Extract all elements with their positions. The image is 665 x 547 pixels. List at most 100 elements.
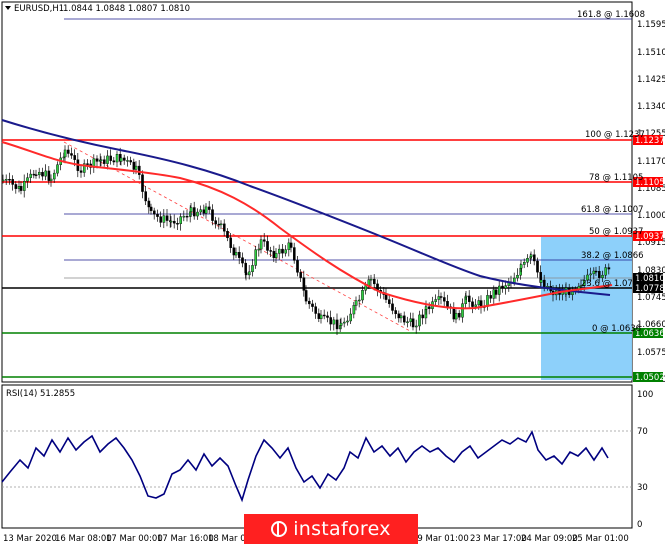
candle-body [317, 313, 321, 319]
candle-body [437, 296, 441, 300]
candle-body [443, 297, 446, 302]
candle-body [32, 173, 36, 176]
candle-body [226, 231, 229, 239]
candle-body [388, 299, 391, 305]
candle-body [601, 274, 604, 278]
svg-text:78 @ 1.1105: 78 @ 1.1105 [589, 173, 643, 183]
candle-body [391, 303, 394, 311]
candle-body [70, 153, 73, 156]
candle-body [11, 179, 15, 185]
candle-body [263, 239, 266, 242]
candle-body [411, 318, 415, 328]
price-chart[interactable]: 1.1595 1.1510 1.1425 1.1340 1.1255 1.117… [0, 0, 665, 547]
candle-body [237, 252, 241, 258]
candle-body [594, 270, 598, 273]
candle-body [335, 319, 339, 330]
candle-body [73, 155, 76, 160]
candle-body [464, 295, 468, 298]
svg-text:70: 70 [637, 427, 648, 437]
candle-body [182, 215, 186, 218]
candle-body [199, 209, 203, 213]
svg-text:1.0844 1.0848 1.0807 1.0810: 1.0844 1.0848 1.0807 1.0810 [63, 4, 190, 14]
candle-body [106, 155, 109, 164]
candle-body [415, 325, 418, 328]
candle-body [229, 237, 233, 248]
svg-text:50 @ 1.0937: 50 @ 1.0937 [589, 227, 643, 237]
candle-body [79, 170, 83, 173]
candle-body [373, 278, 376, 285]
candle-body [604, 267, 607, 276]
svg-text:1.1510: 1.1510 [637, 48, 665, 58]
candle-body [607, 267, 611, 270]
candle-body [241, 257, 244, 264]
candle-body [311, 303, 314, 307]
candle-body [112, 160, 116, 163]
candle-body [492, 289, 496, 299]
svg-text:25 Mar 01:00: 25 Mar 01:00 [572, 534, 629, 544]
candle-body [293, 247, 296, 261]
candle-body [406, 321, 409, 323]
candle-body [308, 300, 311, 305]
candle-body [44, 170, 47, 177]
candle-body [176, 223, 179, 225]
candle-body [4, 179, 8, 181]
logo-text: instaforex [293, 518, 391, 540]
candle-body [364, 285, 368, 291]
candle-body [397, 313, 401, 319]
candle-body [251, 265, 254, 273]
candle-body [504, 285, 508, 289]
svg-text:1.1340: 1.1340 [637, 102, 665, 112]
candle-body [132, 161, 136, 170]
candle-body [134, 165, 138, 170]
candle-body [29, 173, 33, 178]
candle-body [109, 155, 112, 161]
candle-body [147, 200, 151, 208]
candle-body [384, 294, 388, 300]
candle-body [454, 312, 458, 320]
candle-body [192, 207, 196, 217]
candle-body [513, 277, 516, 283]
svg-text:1.0745: 1.0745 [637, 293, 665, 303]
candle-body [526, 258, 529, 263]
candle-body [1, 179, 5, 182]
svg-text:RSI(14) 51.2855: RSI(14) 51.2855 [6, 389, 75, 399]
candle-body [202, 209, 206, 214]
candle-body [211, 209, 214, 221]
rsi-panel-frame [1, 384, 633, 529]
candle-body [232, 247, 236, 256]
svg-text:161.8 @ 1.1608: 161.8 @ 1.1608 [577, 10, 645, 20]
candle-body [458, 312, 461, 318]
svg-text:24 Mar 09:00: 24 Mar 09:00 [521, 534, 578, 544]
candle-body [259, 239, 263, 250]
candle-body [222, 223, 226, 232]
svg-text:23 Mar 17:00: 23 Mar 17:00 [470, 534, 527, 544]
candle-body [196, 211, 199, 217]
candle-body [329, 317, 333, 325]
candle-body [533, 254, 536, 262]
candle-body [434, 299, 438, 302]
candle-body [361, 290, 364, 301]
candle-body [501, 285, 504, 289]
candle-body [185, 215, 189, 218]
candle-body [34, 174, 38, 176]
candle-body [304, 290, 308, 302]
candle-body [529, 254, 533, 257]
candle-body [489, 295, 493, 299]
candle-body [137, 165, 141, 175]
candle-body [149, 206, 153, 212]
svg-text:23.6 @ 1.0778: 23.6 @ 1.0778 [581, 279, 644, 289]
svg-text:1.1595: 1.1595 [637, 20, 665, 30]
candle-body [19, 186, 23, 191]
candle-body [428, 306, 431, 309]
candle-body [367, 279, 371, 286]
candle-body [141, 174, 144, 192]
candle-body [326, 315, 329, 318]
candle-body [56, 164, 59, 174]
candle-body [219, 223, 223, 226]
candle-body [494, 289, 498, 295]
candle-body [299, 272, 303, 278]
candle-body [274, 253, 278, 258]
candle-body [281, 248, 284, 254]
instaforex-logo: instaforex [244, 514, 418, 544]
candle-body [354, 300, 358, 306]
